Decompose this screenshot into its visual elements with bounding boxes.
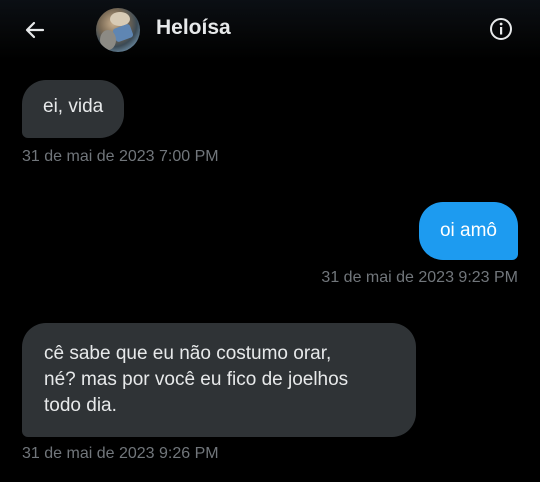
- message-text: ei, vida: [43, 96, 104, 117]
- message-timestamp: 31 de mai de 2023 9:23 PM: [321, 269, 518, 286]
- info-circle-icon: [490, 18, 512, 40]
- message-text: cê sabe que eu não costumo orar, né? mas…: [44, 343, 349, 416]
- message-bubble-received[interactable]: cê sabe que eu não costumo orar, né? mas…: [22, 323, 416, 437]
- message-text: oi amô: [439, 220, 497, 241]
- contact-name[interactable]: Heloísa: [156, 15, 231, 41]
- conversation-info-button[interactable]: [488, 16, 514, 42]
- back-button[interactable]: [18, 14, 52, 46]
- arrow-left-icon: [25, 21, 45, 39]
- message-bubble-received[interactable]: ei, vida: [22, 80, 125, 138]
- conversation-header: Heloísa: [0, 0, 540, 60]
- avatar[interactable]: [96, 8, 140, 52]
- message-timestamp: 31 de mai de 2023 9:26 PM: [22, 445, 219, 462]
- message-timestamp: 31 de mai de 2023 7:00 PM: [22, 148, 219, 165]
- message-bubble-sent[interactable]: oi amô: [418, 202, 518, 260]
